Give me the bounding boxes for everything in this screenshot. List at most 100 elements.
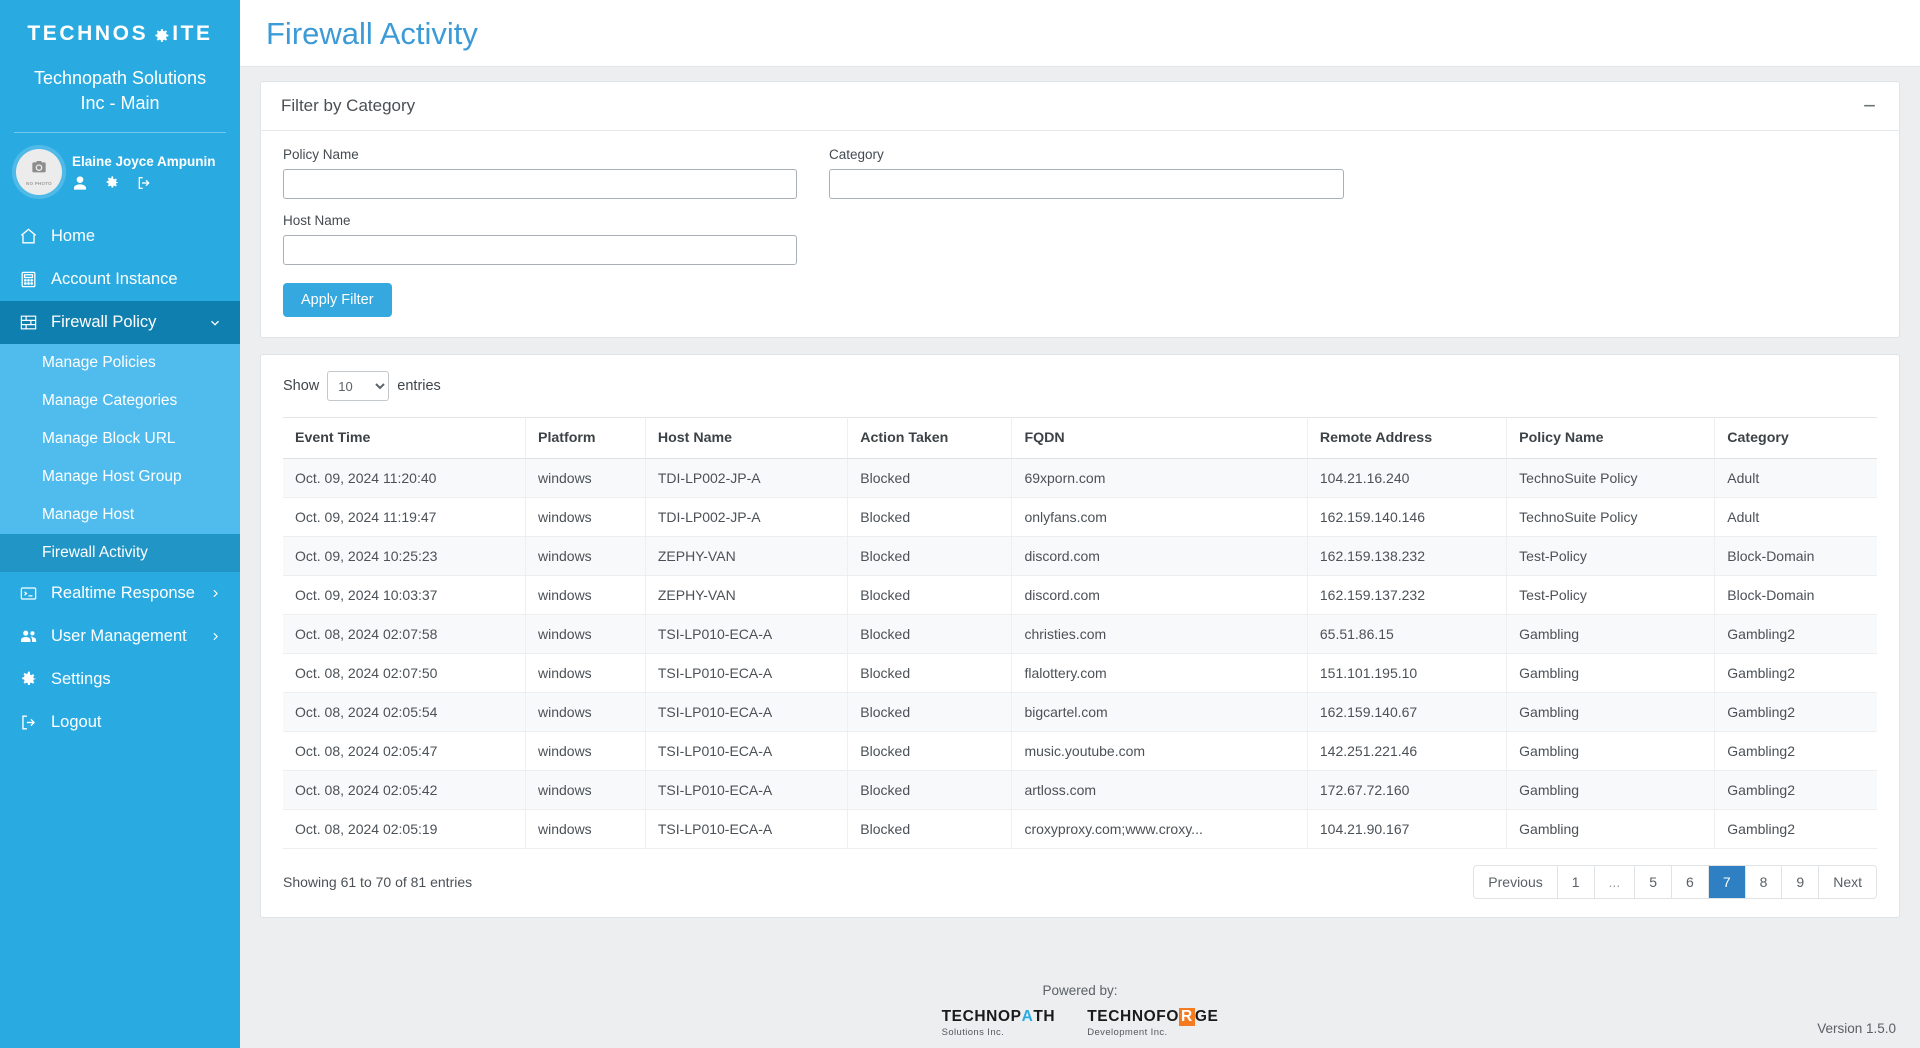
page-size-select[interactable]: 102550100 <box>327 371 389 401</box>
sidebar-subitem-manage-categories[interactable]: Manage Categories <box>0 382 240 420</box>
sidebar-item-account-instance[interactable]: Account Instance <box>0 258 240 301</box>
pagination-page-7-active[interactable]: 7 <box>1709 866 1746 898</box>
table-cell: Adult <box>1715 498 1877 537</box>
table-cell: artloss.com <box>1012 771 1307 810</box>
table-cell: Block-Domain <box>1715 537 1877 576</box>
logout-icon[interactable] <box>136 175 152 191</box>
user-name: Elaine Joyce Ampunin <box>72 154 216 169</box>
category-input[interactable] <box>829 169 1344 199</box>
table-cell: Oct. 09, 2024 10:03:37 <box>283 576 525 615</box>
table-row: Oct. 09, 2024 10:25:23windowsZEPHY-VANBl… <box>283 537 1877 576</box>
table-cell: onlyfans.com <box>1012 498 1307 537</box>
technopath-logo-accent: A <box>1022 1008 1034 1026</box>
table-cell: Oct. 08, 2024 02:05:54 <box>283 693 525 732</box>
sidebar-item-label: Settings <box>51 670 111 689</box>
technoforge-logo-accent: R <box>1179 1008 1195 1026</box>
pagination-ellipsis: ... <box>1595 866 1636 898</box>
table-row: Oct. 08, 2024 02:05:47windowsTSI-LP010-E… <box>283 732 1877 771</box>
table-column-header: Event Time <box>283 418 525 459</box>
table-cell: Gambling <box>1507 810 1715 849</box>
table-cell: 162.159.140.67 <box>1307 693 1506 732</box>
filter-panel: Filter by Category − Policy Name Categor… <box>260 81 1900 338</box>
sidebar-item-logout[interactable]: Logout <box>0 701 240 744</box>
app-logo[interactable]: TECHNOS ITE <box>0 0 240 60</box>
table-cell: Oct. 08, 2024 02:05:47 <box>283 732 525 771</box>
table-cell: Gambling <box>1507 654 1715 693</box>
pagination-page-8[interactable]: 8 <box>1746 866 1783 898</box>
host-name-label: Host Name <box>283 213 797 228</box>
technopath-logo-part2: TH <box>1033 1008 1055 1026</box>
table-cell: Blocked <box>848 498 1012 537</box>
sidebar-item-label: Account Instance <box>51 270 178 289</box>
pagination-page-9[interactable]: 9 <box>1782 866 1819 898</box>
table-cell: windows <box>525 459 645 498</box>
collapse-toggle-icon[interactable]: − <box>1860 99 1879 113</box>
sidebar-subitem-manage-host[interactable]: Manage Host <box>0 496 240 534</box>
apply-filter-button[interactable]: Apply Filter <box>283 283 392 317</box>
technopath-logo-part1: TECHNOP <box>942 1008 1022 1026</box>
policy-name-input[interactable] <box>283 169 797 199</box>
chevron-right-icon <box>209 630 222 643</box>
gear-icon <box>18 670 38 689</box>
avatar[interactable]: NO PHOTO <box>16 149 62 195</box>
table-cell: Test-Policy <box>1507 537 1715 576</box>
table-cell: Blocked <box>848 771 1012 810</box>
table-cell: 142.251.221.46 <box>1307 732 1506 771</box>
entries-label: entries <box>397 378 441 394</box>
technoforge-logo-part2: GE <box>1195 1008 1219 1026</box>
table-cell: 162.159.137.232 <box>1307 576 1506 615</box>
pagination-previous[interactable]: Previous <box>1474 866 1557 898</box>
sidebar-item-label: Logout <box>51 713 101 732</box>
pagination-page-1[interactable]: 1 <box>1558 866 1595 898</box>
sidebar-subitem-firewall-activity[interactable]: Firewall Activity <box>0 534 240 572</box>
sidebar-item-home[interactable]: Home <box>0 215 240 258</box>
home-icon <box>18 227 38 246</box>
host-name-input[interactable] <box>283 235 797 265</box>
logo-text-suffix: ITE <box>172 22 212 46</box>
app-root: TECHNOS ITE Technopath Solutions Inc - M… <box>0 0 1920 1048</box>
table-row: Oct. 08, 2024 02:07:50windowsTSI-LP010-E… <box>283 654 1877 693</box>
table-cell: 69xporn.com <box>1012 459 1307 498</box>
sidebar-item-firewall-policy[interactable]: Firewall Policy <box>0 301 240 344</box>
table-length-control: Show 102550100 entries <box>283 371 1877 401</box>
firewall-policy-submenu: Manage Policies Manage Categories Manage… <box>0 344 240 572</box>
pagination-next[interactable]: Next <box>1819 866 1876 898</box>
pagination-page-5[interactable]: 5 <box>1635 866 1672 898</box>
table-column-header: Policy Name <box>1507 418 1715 459</box>
powered-by-label: Powered by: <box>240 983 1920 998</box>
table-cell: Blocked <box>848 693 1012 732</box>
user-panel: NO PHOTO Elaine Joyce Ampunin <box>0 133 240 209</box>
sidebar-item-user-management[interactable]: User Management <box>0 615 240 658</box>
table-row: Oct. 08, 2024 02:05:54windowsTSI-LP010-E… <box>283 693 1877 732</box>
user-profile-icon[interactable] <box>72 175 88 191</box>
page-title: Firewall Activity <box>266 16 1894 52</box>
filter-panel-title: Filter by Category <box>281 96 415 116</box>
table-cell: 104.21.90.167 <box>1307 810 1506 849</box>
table-cell: TDI-LP002-JP-A <box>645 459 847 498</box>
gear-settings-icon[interactable] <box>104 175 120 191</box>
sidebar-item-settings[interactable]: Settings <box>0 658 240 701</box>
table-cell: windows <box>525 576 645 615</box>
sidebar-subitem-manage-block-url[interactable]: Manage Block URL <box>0 420 240 458</box>
content-area: Filter by Category − Policy Name Categor… <box>240 67 1920 963</box>
table-cell: Oct. 09, 2024 11:19:47 <box>283 498 525 537</box>
table-column-header: Action Taken <box>848 418 1012 459</box>
table-cell: TechnoSuite Policy <box>1507 498 1715 537</box>
technoforge-logo: TECHNOFORGE Development Inc. <box>1087 1008 1218 1038</box>
table-cell: TSI-LP010-ECA-A <box>645 615 847 654</box>
table-cell: TSI-LP010-ECA-A <box>645 732 847 771</box>
sidebar-subitem-manage-policies[interactable]: Manage Policies <box>0 344 240 382</box>
users-icon <box>18 627 38 646</box>
avatar-placeholder-label: NO PHOTO <box>26 181 52 186</box>
table-cell: Gambling <box>1507 732 1715 771</box>
sidebar-subitem-manage-host-group[interactable]: Manage Host Group <box>0 458 240 496</box>
main-region: Firewall Activity Filter by Category − P… <box>240 0 1920 1048</box>
table-cell: Test-Policy <box>1507 576 1715 615</box>
pagination: Previous 1 ... 5 6 7 8 9 Next <box>1473 865 1877 899</box>
pagination-page-6[interactable]: 6 <box>1672 866 1709 898</box>
sidebar-item-realtime-response[interactable]: Realtime Response <box>0 572 240 615</box>
table-cell: ZEPHY-VAN <box>645 576 847 615</box>
table-cell: Gambling <box>1507 771 1715 810</box>
table-cell: bigcartel.com <box>1012 693 1307 732</box>
table-cell: windows <box>525 537 645 576</box>
